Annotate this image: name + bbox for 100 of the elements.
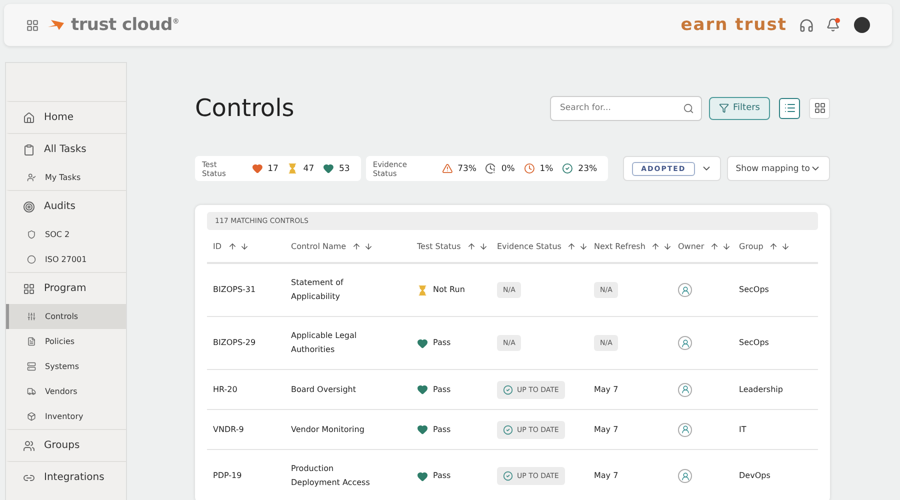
table-cell-text: Board Oversight [291, 384, 357, 396]
table-cell-text: Pass [433, 424, 452, 436]
avatar[interactable] [854, 17, 870, 33]
sidebar-item[interactable]: All Tasks [6, 133, 126, 165]
sidebar-item[interactable]: Audits [6, 190, 126, 222]
stat-count: 17 [268, 164, 278, 174]
table-cell-text: HR-20 [213, 384, 238, 396]
sort-down-icon[interactable] [364, 242, 374, 250]
heart-icon [323, 163, 334, 174]
sidebar-item[interactable]: SOC 2 [6, 222, 126, 247]
owner-avatar-icon[interactable] [678, 336, 692, 350]
table-cell-text: DevOps [739, 470, 772, 482]
heart-icon [417, 384, 428, 395]
table-cell-text: Pass [433, 384, 452, 396]
sort-down-icon[interactable] [240, 242, 249, 250]
sidebar-item[interactable]: My Tasks [6, 165, 126, 190]
table-cell-text: SecOps [739, 284, 770, 296]
grid-view-button[interactable] [809, 98, 830, 118]
column-header[interactable]: ID [213, 242, 222, 250]
check-circle-icon [503, 424, 513, 434]
filters-button[interactable]: Filters [709, 96, 770, 120]
sidebar-item[interactable]: ISO 27001 [6, 247, 126, 272]
tagline: earn trust [680, 15, 787, 35]
sort-down-icon[interactable] [781, 242, 790, 250]
heart-icon [417, 470, 428, 482]
target-icon [23, 200, 35, 212]
sidebar-item[interactable]: Vendors [6, 379, 126, 404]
sort-up-icon[interactable] [228, 242, 237, 250]
sidebar-item[interactable]: Systems [6, 354, 126, 379]
column-header[interactable]: Owner [678, 242, 704, 250]
users-icon [23, 440, 35, 452]
notifications-icon[interactable] [826, 18, 840, 32]
apps-grid-icon[interactable] [26, 18, 39, 32]
table-cell-text: PDP-19 [213, 470, 243, 482]
table-cell-text: VNDR-9 [213, 424, 245, 436]
hourglass-icon [287, 163, 298, 174]
table-cell-text: Applicable Legal Authorities [291, 330, 358, 356]
grid-icon [814, 102, 826, 114]
server-icon [27, 362, 36, 371]
user-check-icon [27, 173, 36, 182]
sidebar-item[interactable]: Home [6, 101, 126, 133]
table-cell-text: Statement of Applicability [291, 277, 344, 303]
search-field[interactable]: Search for... [550, 96, 702, 120]
stat-count: 23% [578, 164, 598, 174]
warning-icon [442, 163, 453, 174]
owner-avatar-icon[interactable] [678, 382, 692, 396]
search-icon [683, 102, 694, 114]
sort-up-icon[interactable] [466, 242, 476, 250]
filter-icon [719, 103, 730, 113]
clipboard-icon [23, 144, 35, 156]
column-header[interactable]: Test Status [417, 242, 461, 250]
sort-down-icon[interactable] [663, 242, 672, 250]
headset-icon[interactable] [799, 18, 814, 32]
owner-avatar-icon[interactable] [678, 283, 692, 297]
clock-alert-icon [485, 163, 496, 174]
document-icon [27, 337, 36, 346]
mapping-select[interactable]: Show mapping to [726, 156, 830, 181]
sort-up-icon[interactable] [352, 242, 362, 250]
check-circle-icon [503, 471, 513, 481]
sort-up-icon[interactable] [769, 242, 778, 250]
sort-up-icon[interactable] [567, 242, 576, 250]
table-cell-text: Pass [433, 337, 452, 350]
column-header[interactable]: Group [739, 242, 764, 250]
check-circle-icon [562, 163, 574, 174]
box-icon [27, 412, 36, 421]
column-header[interactable]: Next Refresh [594, 242, 646, 250]
stat-count: 0% [501, 164, 515, 174]
sidebar-item[interactable]: Integrations [6, 461, 126, 493]
sidebar-item[interactable]: Controls [6, 304, 126, 329]
bird-logo-icon [47, 19, 65, 31]
shield-icon [27, 230, 36, 239]
grid-icon [23, 282, 35, 294]
stat-count: 73% [458, 164, 476, 174]
sidebar-item[interactable]: Inventory [6, 404, 126, 429]
owner-avatar-icon[interactable] [678, 422, 692, 436]
table-cell-text: May 7 [594, 470, 620, 482]
stat-count: 1% [540, 164, 554, 174]
truck-icon [27, 387, 36, 396]
check-circle-icon [503, 384, 513, 394]
sidebar-item[interactable]: Groups [6, 429, 126, 461]
heart-icon [417, 338, 428, 348]
table-cell-text: May 7 [594, 424, 620, 436]
hourglass-icon [417, 284, 428, 296]
sort-up-icon[interactable] [651, 242, 660, 250]
list-view-button[interactable] [779, 98, 800, 118]
page-title: Controls [195, 94, 296, 122]
sort-down-icon[interactable] [722, 242, 732, 250]
circle-icon [27, 255, 36, 264]
column-header[interactable]: Evidence Status [497, 242, 562, 250]
sort-up-icon[interactable] [710, 242, 720, 250]
column-header[interactable]: Control Name [291, 242, 346, 250]
sidebar-item[interactable]: Policies [6, 329, 126, 354]
logo-text: trust cloud$^{®}$ [71, 15, 180, 35]
owner-avatar-icon[interactable] [678, 469, 692, 483]
sort-down-icon[interactable] [579, 242, 588, 250]
table-cell-text: Pass [433, 470, 452, 482]
table-cell-text: Production Deployment Access [291, 463, 371, 489]
table-cell-text: May 7 [594, 384, 620, 396]
sort-down-icon[interactable] [478, 242, 488, 250]
table-cell-text: Leadership [739, 384, 784, 396]
